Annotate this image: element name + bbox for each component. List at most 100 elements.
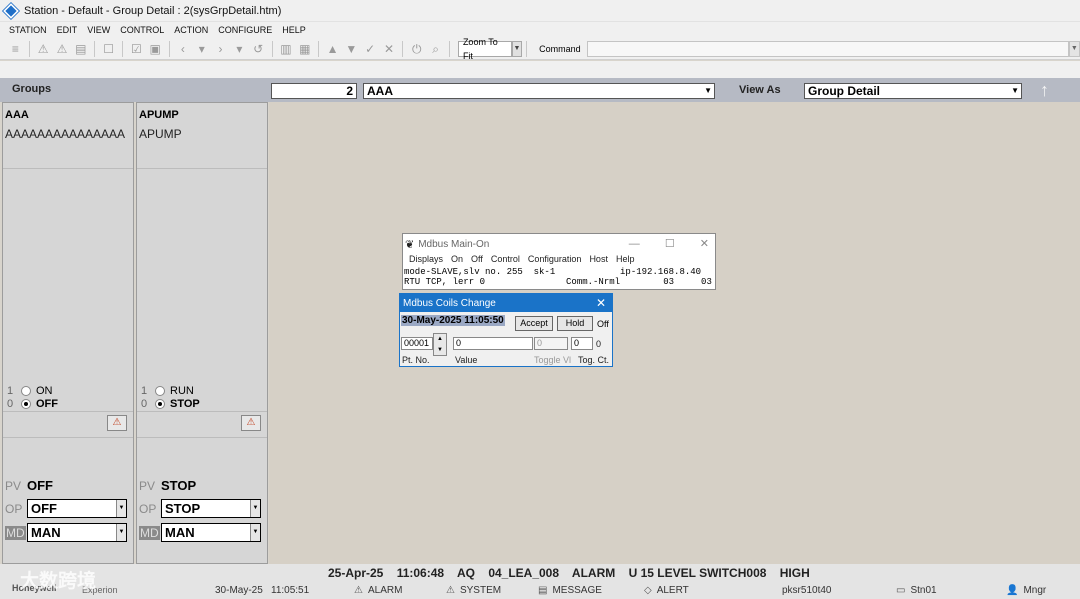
state-radio[interactable] [21,399,31,409]
group-name-select[interactable]: AAA ▼ [363,83,715,99]
hold-button[interactable]: Hold [557,316,593,331]
point-number-input[interactable]: 00001 [401,337,433,350]
status-alarm-label: ALARM [367,585,403,596]
mdbus-menu-host[interactable]: Host [589,254,608,267]
alarm-time: 11:06:48 [396,566,445,580]
system-icon: ⚠ [446,585,455,596]
power-icon[interactable]: ⏻ [409,41,424,57]
mdbus-menu-help[interactable]: Help [616,254,635,267]
menu-bars-icon[interactable]: ≡ [8,41,23,57]
menu-control[interactable]: CONTROL [120,25,164,35]
faceplate-header[interactable]: AAA AAAAAAAAAAAAAAA [3,103,133,169]
status-system[interactable]: ⚠ SYSTEM [446,585,501,596]
zoom-select[interactable]: Zoom To Fit [457,37,512,61]
state-radio[interactable] [155,386,165,396]
grid-icon[interactable]: ▣ [148,41,163,57]
state-number: 0 [141,398,148,410]
mdbus-menu-off[interactable]: Off [471,254,483,267]
command-dropdown-arrow-icon[interactable]: ▼ [1068,40,1080,57]
checkbox-icon[interactable]: ☑ [129,41,144,57]
alarm-edit-icon[interactable]: ⚠ [55,41,70,57]
status-alert-label: ALERT [656,585,689,596]
state-radio[interactable] [21,386,31,396]
accept-button[interactable]: Accept [515,316,553,331]
latest-alarm[interactable]: 25-Apr-25 11:06:48 AQ 04_LEA_008 ALARM U… [328,566,820,580]
toolbar-separator [121,40,123,57]
title-bar: Station - Default - Group Detail : 2(sys… [0,0,1080,22]
up-level-icon[interactable]: ↑ [1040,80,1049,101]
op-value: STOP [165,501,201,516]
chevron-down-icon: ▼ [250,524,260,541]
minimize-icon[interactable]: — [629,238,640,250]
cancel-icon[interactable]: ✕ [382,41,397,57]
state-row-off[interactable]: 0 OFF [7,398,58,410]
alarm-triangle-icon: ⚠ [354,585,363,596]
status-server: pksr510t40 [782,585,832,596]
point-description: AAAAAAAAAAAAAAA [5,127,126,141]
mode-select[interactable]: MAN ▼ [27,523,127,542]
op-label: OP [5,502,23,516]
toolbar-separator [449,40,450,57]
state-row-stop[interactable]: 0 STOP [141,398,200,410]
alarm-icon[interactable]: ⚠ [241,415,261,431]
view-as-select[interactable]: Group Detail ▼ [804,83,1022,99]
faceplate-header[interactable]: APUMP APUMP [137,103,267,169]
group-number-input[interactable]: 2 [271,83,357,99]
close-icon[interactable]: ✕ [700,238,709,250]
close-icon[interactable]: ✕ [596,296,606,310]
monitor-icon: ▭ [896,585,906,596]
menu-edit[interactable]: EDIT [57,25,78,35]
acknowledge-icon[interactable]: ✓ [363,41,378,57]
command-input[interactable] [586,40,1069,57]
dropdown-icon[interactable]: ▾ [194,41,209,57]
blank-display-icon[interactable]: ☐ [101,41,116,57]
menu-station[interactable]: STATION [9,25,47,35]
forward-dropdown-icon[interactable]: ▾ [232,41,247,57]
menu-action[interactable]: ACTION [174,25,208,35]
status-alarm[interactable]: ⚠ ALARM [354,585,402,596]
message-icon[interactable]: ▤ [73,41,88,57]
alarm-icon[interactable]: ⚠ [107,415,127,431]
mdbus-menu-configuration[interactable]: Configuration [528,254,582,267]
op-select[interactable]: OFF ▼ [27,499,127,518]
md-label: MD [139,526,160,540]
mode-select[interactable]: MAN ▼ [161,523,261,542]
point-description: APUMP [139,127,182,141]
lower-icon[interactable]: ▼ [344,41,359,57]
chevron-down-icon: ▼ [1011,86,1019,95]
trend-icon[interactable]: ▥ [279,41,294,57]
mode-value: MAN [165,525,195,540]
op-label: OP [139,502,157,516]
state-label: RUN [170,385,194,397]
value-input[interactable]: 0 [453,337,533,350]
back-icon[interactable]: ‹ [175,41,190,57]
search-icon[interactable]: ⌕ [428,41,443,57]
mdbus-menu-control[interactable]: Control [491,254,520,267]
tog-ct-label: Tog. Ct. [578,355,610,365]
toggle-count-input[interactable]: 0 [571,337,593,350]
point-tag: AAA [5,109,29,121]
forward-icon[interactable]: › [213,41,228,57]
mdbus-menu-on[interactable]: On [451,254,463,267]
menu-configure[interactable]: CONFIGURE [218,25,272,35]
state-radio[interactable] [155,399,165,409]
status-message[interactable]: ▤ MESSAGE [538,585,602,596]
op-select[interactable]: STOP ▼ [161,499,261,518]
view-as-label: View As [739,84,781,96]
display-canvas [269,102,1080,564]
status-alert[interactable]: ◇ ALERT [644,585,689,596]
menu-view[interactable]: VIEW [87,25,110,35]
print-icon[interactable]: ▦ [297,41,312,57]
coils-titlebar[interactable]: Mdbus Coils Change [400,294,612,312]
raise-icon[interactable]: ▲ [325,41,340,57]
alarm-summary-icon[interactable]: ⚠ [36,41,51,57]
zoom-dropdown-arrow-icon[interactable]: ▼ [511,40,523,57]
maximize-icon[interactable]: ☐ [665,238,675,250]
state-row-on[interactable]: 1 ON [7,385,53,397]
chevron-down-icon: ▼ [250,500,260,517]
point-number-spinner[interactable]: ▲ ▼ [433,333,447,356]
menu-help[interactable]: HELP [282,25,306,35]
state-row-run[interactable]: 1 RUN [141,385,194,397]
mdbus-menu-displays[interactable]: Displays [409,254,443,267]
refresh-icon[interactable]: ↺ [251,41,266,57]
